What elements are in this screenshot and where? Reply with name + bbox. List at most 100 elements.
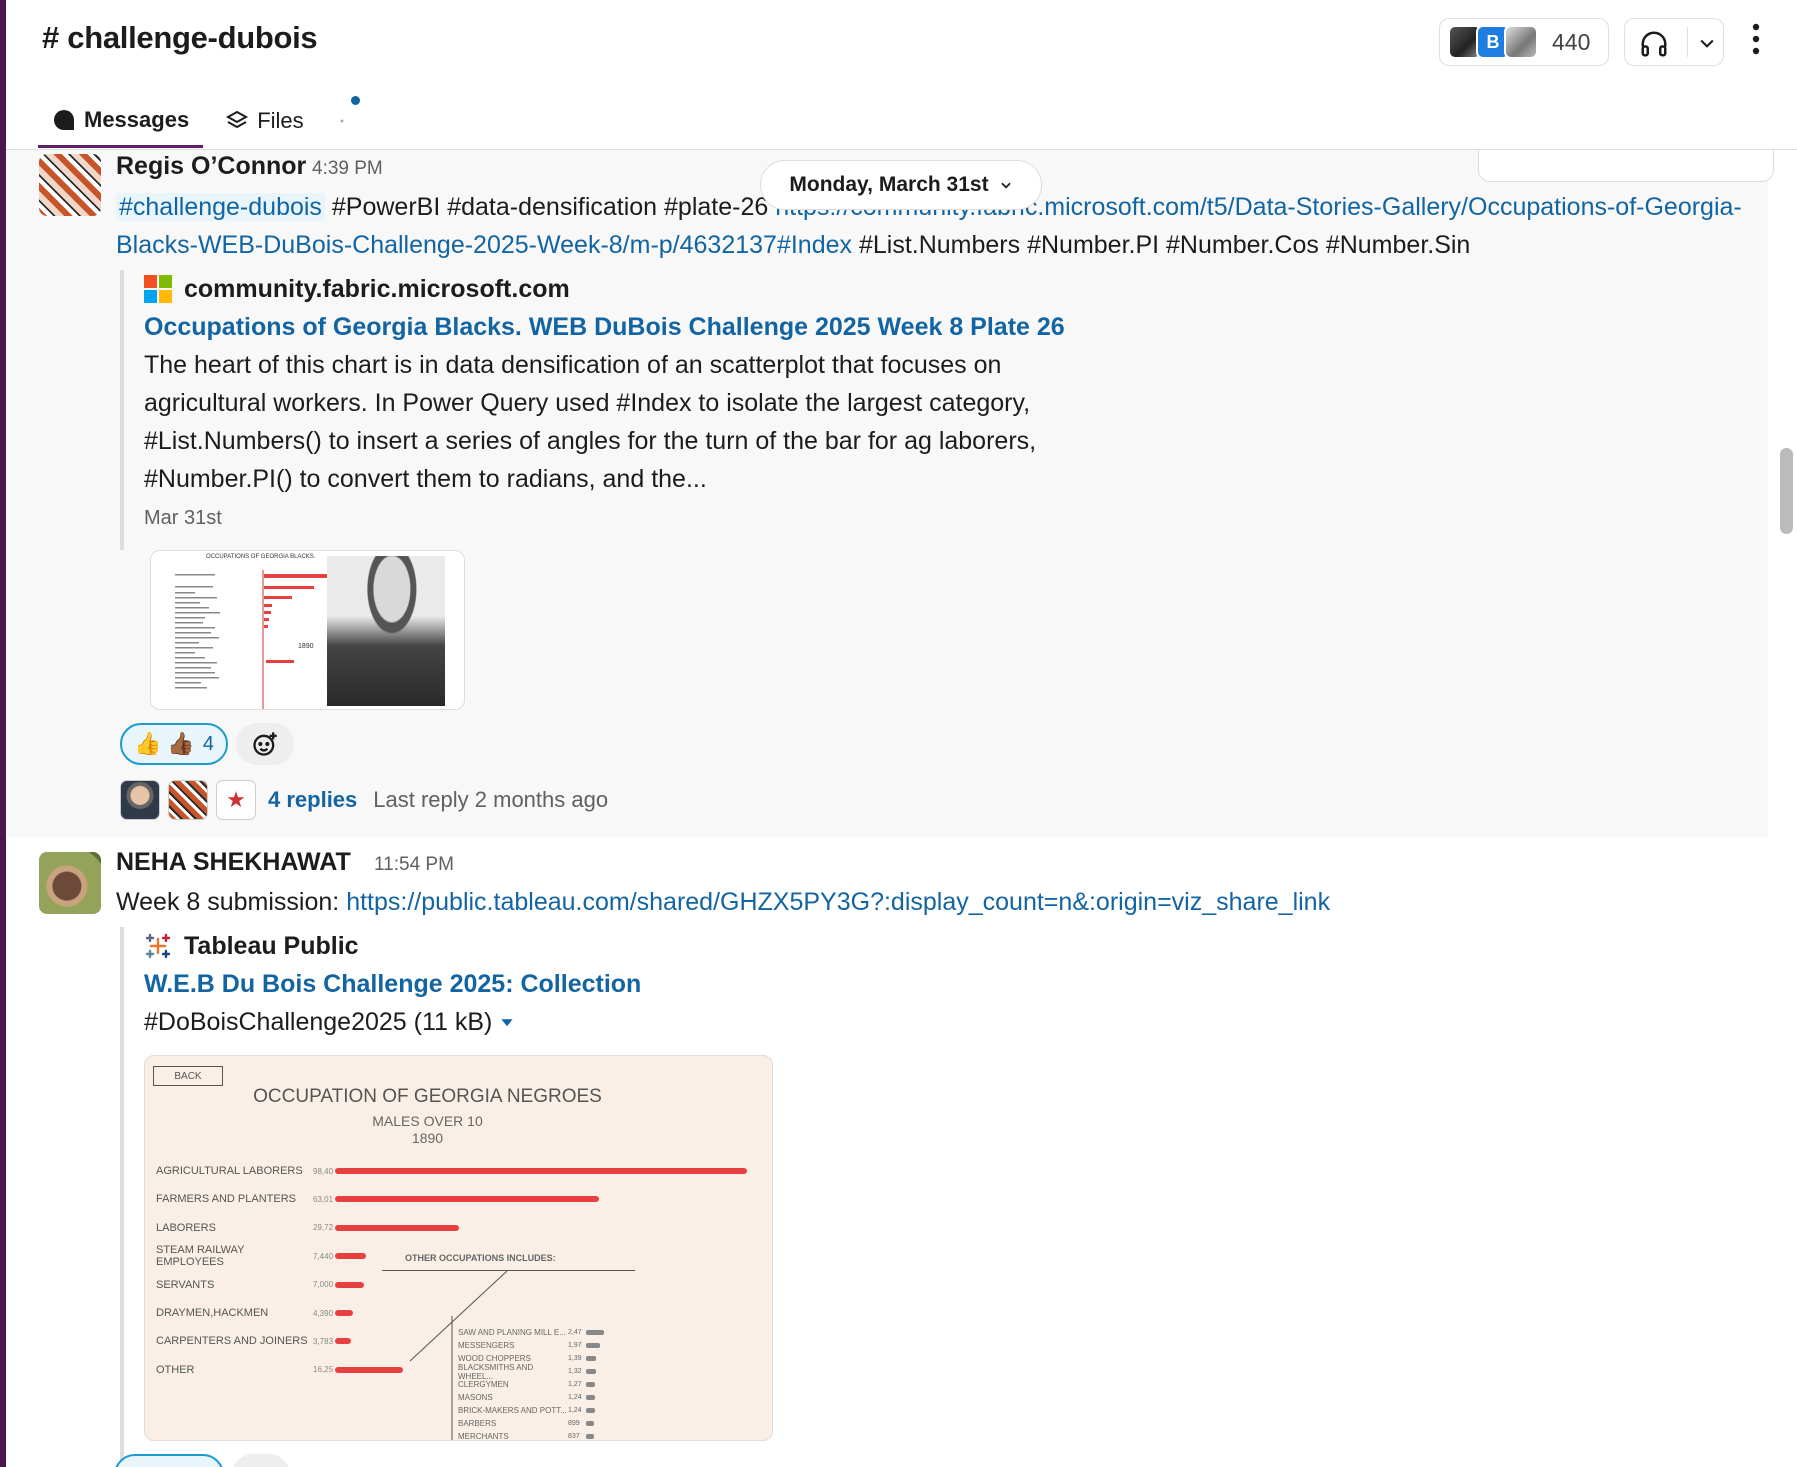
thumbs-up-dark-icon: 👍🏾 [167,731,195,756]
viz-sub-row-value: 1,24 [568,1407,582,1414]
viz-sub-row: MASONS 1,24 [458,1391,596,1404]
reactions: 👍 👍🏾 4 [120,723,294,765]
huddle-button[interactable] [1624,18,1724,66]
preview-file: #DoBoisChallenge2025 (11 kB) [144,1003,1124,1041]
avatar[interactable] [39,852,101,914]
viz-sub-bar [586,1434,594,1439]
viz-sub-bar [586,1408,596,1413]
chevron-down-icon [1000,182,1011,189]
next-message-reactions [114,1454,290,1467]
caret-down-icon[interactable] [500,1015,514,1029]
microsoft-logo-icon [144,275,172,303]
tab-label: Files [257,108,304,133]
preview-image[interactable]: OCCUPATIONS OF GEORGIA BLACKS. 1890 [150,550,465,710]
hashtags-tail: #List.Numbers #Number.PI #Number.Cos #Nu… [852,231,1471,259]
preview-site-name: Tableau Public [184,931,359,960]
channel-title[interactable]: # challenge-dubois [42,20,318,56]
channel-mention[interactable]: #challenge-dubois [116,193,325,221]
reply-avatar: ★ [216,780,256,820]
tab-label: Messages [84,106,190,132]
more-options-icon[interactable] [1751,22,1761,56]
viz-sub-bar [586,1369,596,1374]
chevron-down-icon[interactable] [1697,33,1717,53]
headphones-icon [1641,31,1667,57]
viz-sub-row-value: 1,32 [568,1368,582,1375]
preview-date: Mar 31st [144,507,222,529]
reaction[interactable] [114,1454,224,1467]
message-link[interactable]: https://public.tableau.com/shared/GHZX5P… [346,888,1330,916]
tableau-logo-icon [145,933,171,959]
message-time[interactable]: 11:54 PM [374,854,454,876]
preview-site-name: community.fabric.microsoft.com [184,274,570,303]
viz-sub-row-label: MERCHANTS [458,1432,509,1441]
thread-summary[interactable]: ★ 4 replies Last reply 2 months ago [120,780,608,820]
message-text: Week 8 submission: https://public.tablea… [116,883,1766,921]
viz-sub-row-value: 1,27 [568,1381,582,1388]
notification-dot [350,96,360,105]
viz-sub-row: BARBERS 899 [458,1417,594,1430]
scrollbar-thumb[interactable] [1780,448,1793,534]
viz-sub-row: CLERGYMEN 1,27 [458,1378,596,1391]
viz-sub-row: BRICK-MAKERS AND POTT... 1,24 [458,1404,596,1417]
members-button[interactable]: B 440 [1439,18,1609,66]
add-reaction-button[interactable] [232,1454,290,1467]
viz-preview-image[interactable]: BACK OCCUPATION OF GEORGIA NEGROES MALES… [144,1055,773,1441]
viz-sub-row-value: 1,39 [568,1355,582,1362]
date-divider[interactable]: Monday, March 31st [760,160,1042,210]
thumbnail-year: 1890 [298,643,314,650]
viz-sub-row-value: 1,97 [568,1342,582,1349]
preview-title[interactable]: Occupations of Georgia Blacks. WEB DuBoi… [144,308,1170,346]
viz-sub-row: MERCHANTS 837 [458,1430,594,1441]
viz-sub-row: BLACKSMITHS AND WHEEL... 1,32 [458,1363,596,1381]
huddle-separator [1687,27,1688,57]
viz-sub-row-label: MASONS [458,1393,493,1402]
author-name[interactable]: NEHA SHEKHAWAT [116,848,351,877]
plus-icon [339,119,344,123]
message-time[interactable]: 4:39 PM [312,158,383,180]
viz-sub-row: SAW AND PLANING MILL E... 2,47 [458,1326,604,1339]
tab-files[interactable]: Files [211,94,317,148]
viz-sub-row: MESSENGERS 1,97 [458,1339,601,1352]
message-prefix: Week 8 submission: [116,888,347,916]
member-avatar [1504,25,1538,59]
thumbs-up-icon: 👍 [134,731,162,756]
viz-sub-row-label: BARBERS [458,1419,497,1428]
reaction-thumbs-up[interactable]: 👍 👍🏾 4 [120,723,228,765]
author-name[interactable]: Regis O’Connor [116,152,306,181]
viz-sub-row-label: SAW AND PLANING MILL E... [458,1328,566,1337]
file-name: #DoBoisChallenge2025 (11 kB) [144,1008,493,1036]
viz-sub-bar [586,1382,596,1387]
reply-avatar [168,780,208,820]
thumbnail-portrait [327,556,445,706]
last-reply-text: Last reply 2 months ago [373,787,609,812]
viz-sub-row-label: BRICK-MAKERS AND POTT... [458,1406,567,1415]
replies-link[interactable]: 4 replies [268,787,357,813]
viz-sub-row-value: 2,47 [568,1329,582,1336]
link-preview: community.fabric.microsoft.com Occupatio… [120,270,1170,550]
preview-site: Tableau Public [144,927,820,965]
viz-sub-bar [586,1330,604,1335]
avatar[interactable] [39,154,101,216]
member-count: 440 [1552,28,1591,55]
viz-sub-row-value: 837 [568,1433,580,1440]
channel-tabs: Messages Files [38,94,374,150]
preview-title[interactable]: W.E.B Du Bois Challenge 2025: Collection [144,965,820,1003]
viz-sub-row-label: MESSENGERS [458,1341,515,1350]
viz-sub-bar [586,1395,596,1400]
reply-avatar [120,780,160,820]
tab-messages[interactable]: Messages [38,94,204,148]
preview-site: community.fabric.microsoft.com [144,270,1170,308]
add-tab-button[interactable] [326,94,366,148]
viz-sub-row-value: 899 [568,1420,580,1427]
date-label: Monday, March 31st [789,173,989,196]
message-icon [54,109,74,130]
viz-sub-bar [586,1421,594,1426]
viz-sub-bar [586,1356,597,1361]
add-emoji-icon [253,732,277,756]
viz-sub-bar [586,1343,601,1348]
reaction-count: 4 [202,732,214,755]
viz-sub-row-value: 1,24 [568,1394,582,1401]
add-reaction-button[interactable] [235,723,294,765]
layers-icon [226,110,249,129]
message[interactable]: Regis O’Connor 4:39 PM #challenge-dubois… [6,150,1768,838]
